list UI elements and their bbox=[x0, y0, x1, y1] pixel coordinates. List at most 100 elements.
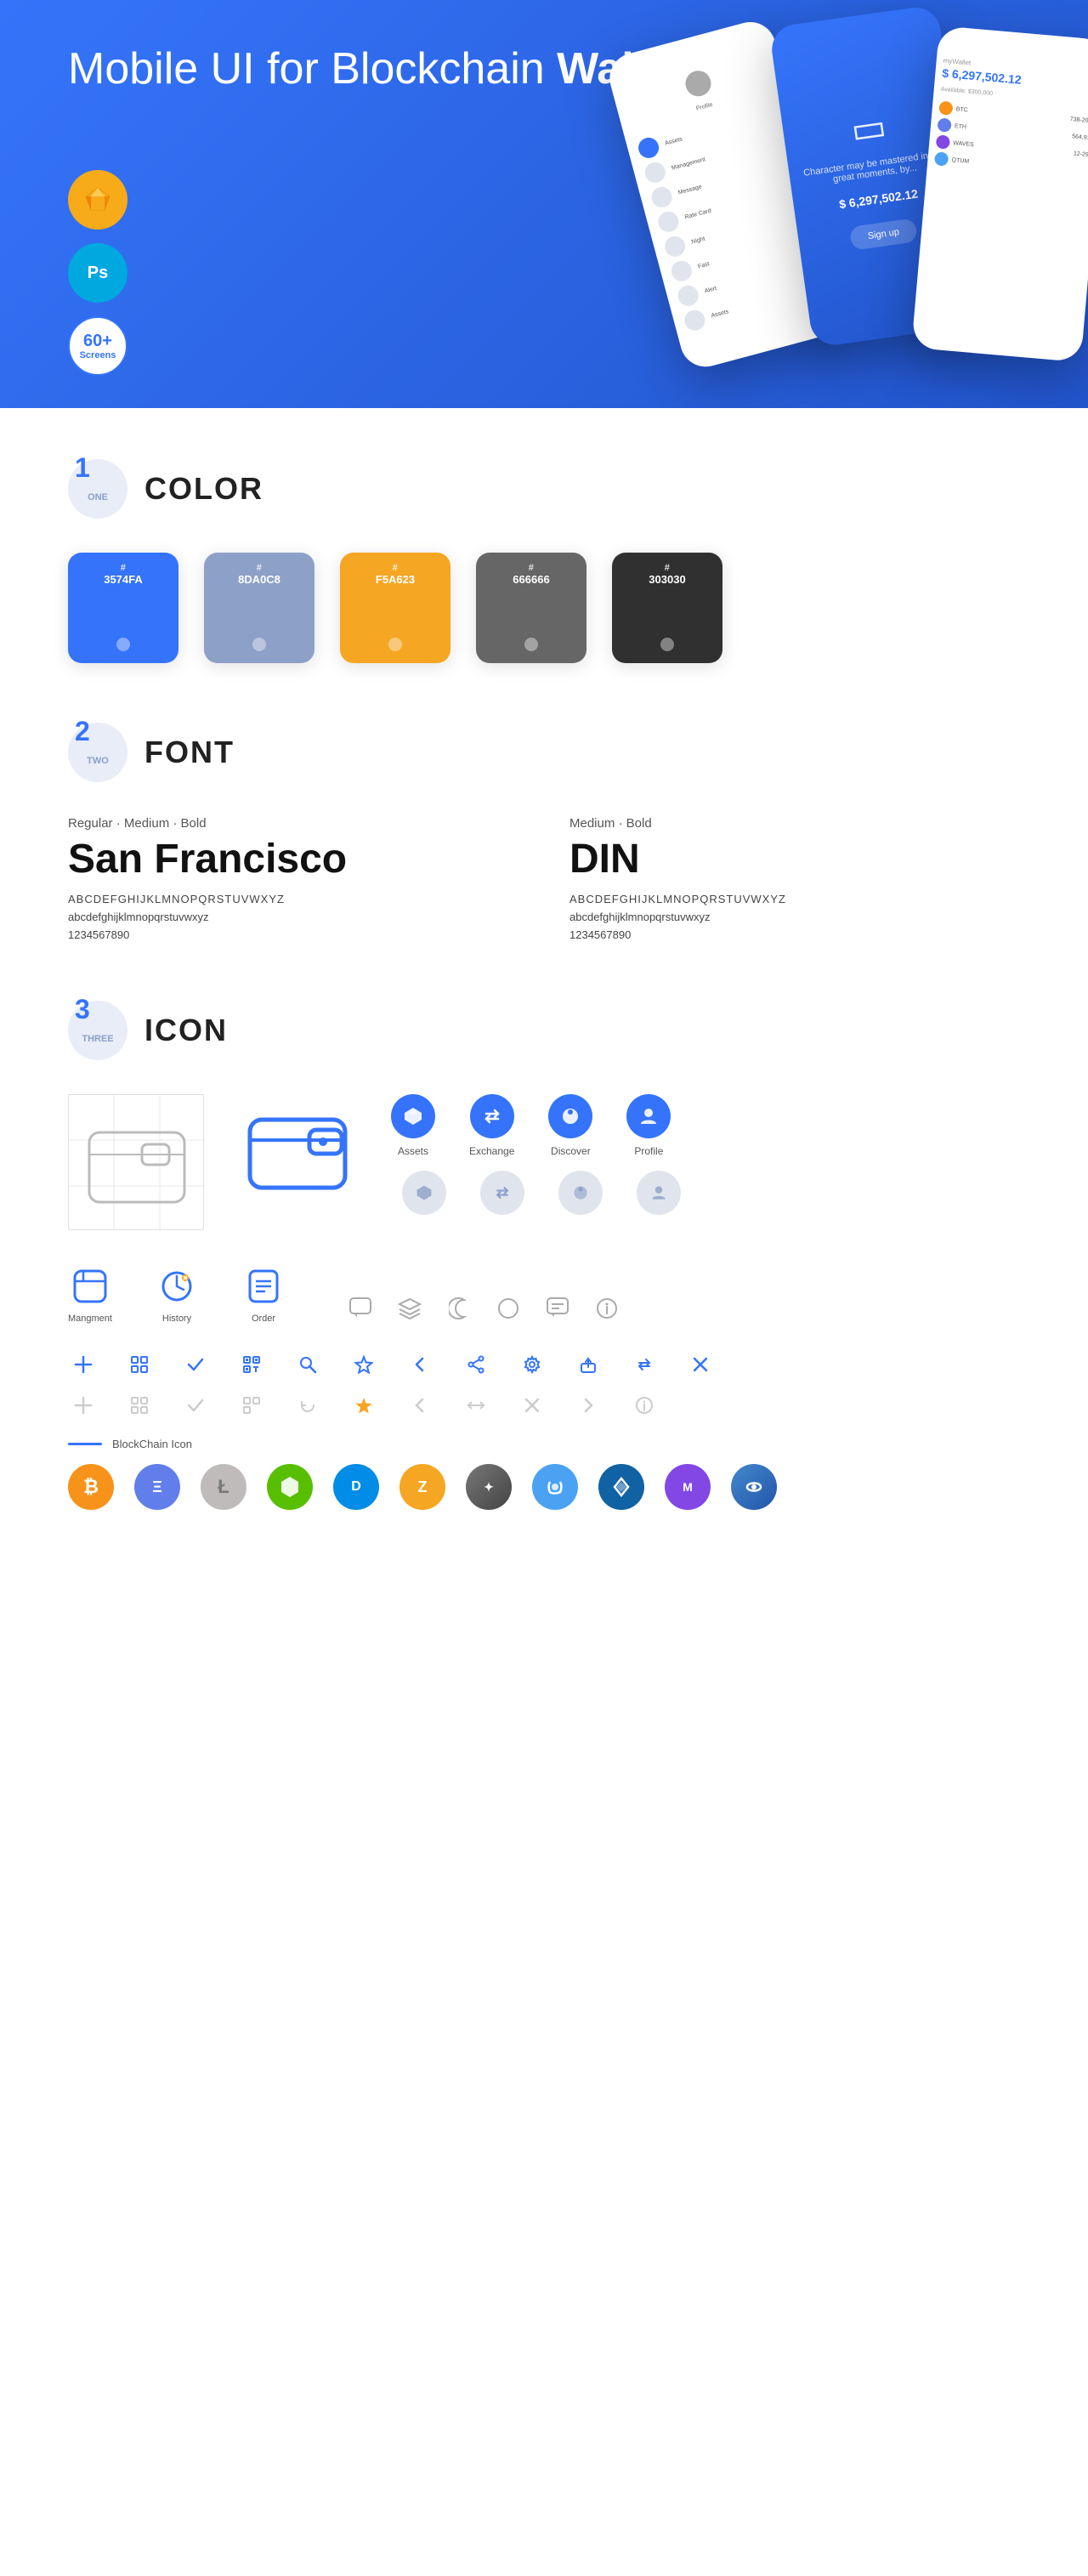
ardor-icon bbox=[598, 1464, 644, 1510]
exchange-icon bbox=[470, 1094, 514, 1138]
din-nums: 1234567890 bbox=[570, 928, 1020, 941]
neo-icon bbox=[267, 1464, 313, 1510]
zcash-icon: Z bbox=[400, 1464, 445, 1510]
matic-icon: M bbox=[665, 1464, 711, 1510]
check-faded-icon bbox=[180, 1390, 211, 1421]
chat-svg bbox=[348, 1297, 372, 1320]
extra-icon bbox=[731, 1464, 777, 1510]
assets-icon bbox=[391, 1094, 435, 1138]
arrow-left-faded-icon bbox=[405, 1390, 435, 1421]
profile-svg bbox=[638, 1105, 660, 1127]
speech-svg bbox=[546, 1297, 570, 1320]
grid-faded-icon bbox=[124, 1390, 155, 1421]
icon-section-header: 3 THREE ICON bbox=[68, 1001, 1020, 1060]
search-icon bbox=[292, 1349, 323, 1380]
circle-svg bbox=[497, 1297, 519, 1319]
blockchain-label-row: BlockChain Icon bbox=[68, 1438, 1020, 1450]
steem-icon bbox=[532, 1464, 578, 1510]
wallet-grid-icon bbox=[68, 1094, 204, 1230]
nav-icons-row2 bbox=[391, 1171, 681, 1215]
history-icon-item: History bbox=[155, 1264, 199, 1324]
profile-icon bbox=[626, 1094, 671, 1138]
history-label: History bbox=[162, 1314, 191, 1324]
circle-icon bbox=[493, 1293, 524, 1324]
nav-exchange: Exchange bbox=[469, 1094, 514, 1157]
chat-icon bbox=[345, 1293, 376, 1324]
moon-icon bbox=[444, 1293, 474, 1324]
nav-profile: Profile bbox=[626, 1094, 671, 1157]
profile-gray-icon bbox=[637, 1171, 681, 1215]
dash-icon: D bbox=[333, 1464, 379, 1510]
assets-gray-svg bbox=[415, 1183, 434, 1202]
layers-svg bbox=[398, 1297, 422, 1319]
assets-svg bbox=[402, 1105, 424, 1127]
color-swatches: # 3574FA # 8DA0C8 # F5A623 # 666666 # bbox=[68, 553, 1020, 663]
hero-title-normal: Mobile UI for Blockchain bbox=[68, 44, 557, 94]
font-title: FONT bbox=[144, 735, 235, 770]
management-label: Mangment bbox=[68, 1314, 112, 1324]
nav-icons-area: Assets Exchange bbox=[391, 1094, 681, 1215]
sketch-badge bbox=[68, 170, 128, 230]
ps-badge: Ps bbox=[68, 243, 128, 303]
exchange-gray-icon bbox=[480, 1171, 524, 1215]
swatch-dark: # 303030 bbox=[612, 553, 722, 663]
order-svg bbox=[245, 1268, 282, 1305]
nav-assets: Assets bbox=[391, 1094, 435, 1157]
small-icons-row1 bbox=[68, 1349, 1020, 1380]
refresh-faded-icon bbox=[292, 1390, 323, 1421]
eth-icon: Ξ bbox=[134, 1464, 180, 1510]
x-faded-icon bbox=[517, 1390, 547, 1421]
font-num-digit: 2 bbox=[75, 716, 90, 747]
moon-svg bbox=[449, 1297, 469, 1320]
color-num-word: ONE bbox=[88, 492, 108, 502]
exchange-gray-svg bbox=[493, 1183, 512, 1202]
swatch-orange: # F5A623 bbox=[340, 553, 450, 663]
wallet-svg bbox=[246, 1113, 348, 1194]
swatch-dot bbox=[116, 638, 130, 651]
exchange-label: Exchange bbox=[469, 1145, 514, 1157]
check-icon bbox=[180, 1349, 211, 1380]
blockchain-label-text: BlockChain Icon bbox=[112, 1438, 192, 1450]
discover-icon bbox=[548, 1094, 592, 1138]
misc-icons-row bbox=[345, 1293, 622, 1324]
sketch-icon bbox=[82, 184, 113, 215]
profile-label: Profile bbox=[634, 1145, 663, 1157]
din-name: DIN bbox=[570, 836, 1020, 882]
arrow-right-faded-icon bbox=[573, 1390, 604, 1421]
phone-right: myWallet $ 6,297,502.12 Available: $300,… bbox=[911, 26, 1088, 362]
small-icons-row2 bbox=[68, 1390, 1020, 1421]
sf-name: San Francisco bbox=[68, 836, 518, 882]
icon-section-num: 3 THREE bbox=[68, 1001, 128, 1060]
swatch-gray: # 666666 bbox=[476, 553, 586, 663]
swatch-dot bbox=[252, 638, 266, 651]
font-section-header: 2 TWO FONT bbox=[68, 723, 1020, 782]
icon-num-word: THREE bbox=[82, 1034, 113, 1044]
swatch-dot bbox=[524, 638, 538, 651]
discover-svg bbox=[559, 1105, 581, 1127]
chevron-left-icon bbox=[405, 1349, 435, 1380]
order-icon bbox=[241, 1264, 286, 1308]
icon-title: ICON bbox=[144, 1013, 228, 1048]
order-icon-item: Order bbox=[241, 1264, 286, 1324]
sf-nums: 1234567890 bbox=[68, 928, 518, 941]
hero-badges: Ps 60+ Screens bbox=[68, 170, 128, 376]
history-icon bbox=[155, 1264, 199, 1308]
content-area: 1 ONE COLOR # 3574FA # 8DA0C8 # F5A623 bbox=[0, 408, 1088, 1620]
share-icon bbox=[461, 1349, 491, 1380]
font-sf: Regular · Medium · Bold San Francisco AB… bbox=[68, 816, 518, 941]
management-svg bbox=[71, 1268, 109, 1305]
qr-icon bbox=[236, 1349, 267, 1380]
star-orange-icon bbox=[348, 1390, 379, 1421]
font-grid: Regular · Medium · Bold San Francisco AB… bbox=[68, 816, 1020, 941]
arrows-faded-icon bbox=[461, 1390, 491, 1421]
plus-icon bbox=[68, 1349, 99, 1380]
history-svg bbox=[158, 1268, 196, 1305]
speech-icon bbox=[542, 1293, 573, 1324]
din-lower: abcdefghijklmnopqrstuvwxyz bbox=[570, 911, 1020, 923]
icon-main-area: Assets Exchange bbox=[68, 1094, 1020, 1230]
grid-overlay bbox=[69, 1095, 205, 1231]
export-icon bbox=[573, 1349, 604, 1380]
nav-discover: Discover bbox=[548, 1094, 592, 1157]
icon-section: 3 THREE ICON bbox=[68, 1001, 1020, 1510]
swatch-blue: # 3574FA bbox=[68, 553, 178, 663]
